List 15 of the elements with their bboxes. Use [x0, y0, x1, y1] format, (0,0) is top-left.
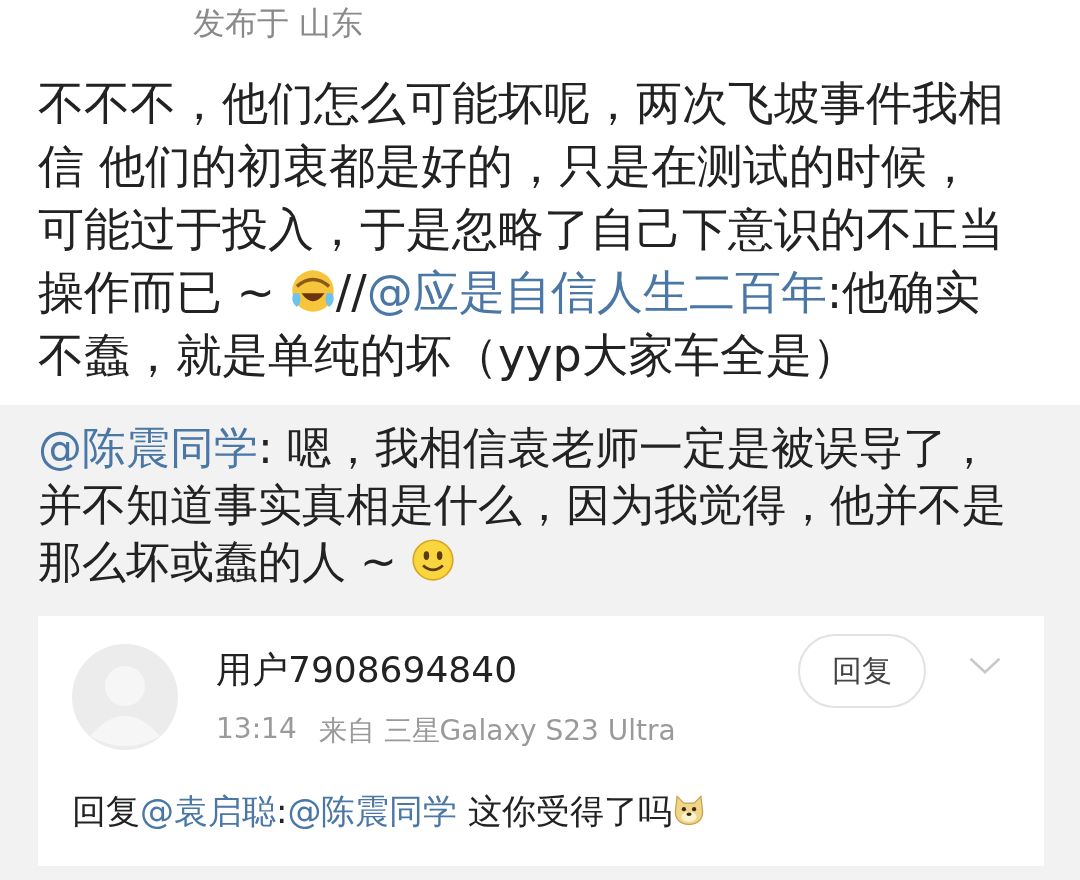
- post-text: 不不不，他们怎么可能坏呢，两次飞坡事件我相信 他们的初衷都是好的，只是在测试的时候，可能过于投入，于是忽略了自己下意识的不正当操作而已 ~ //@应是自信人生二百年:他确实不蠢，就是单纯的坏（yyp大家车全是）: [38, 75, 1005, 384]
- smiley-emoji-icon: [410, 538, 455, 583]
- laughing-crying-emoji-icon: [289, 267, 336, 314]
- comment-time: 13:14: [216, 712, 297, 747]
- quoted-comment-text: @陈震同学: 嗯，我相信袁老师一定是被误导了，并不知道事实真相是什么，因为我觉得，他并不是那么坏或蠢的人 ~: [38, 421, 1007, 589]
- mention-link[interactable]: @袁启聪: [140, 791, 276, 831]
- reply-text: 回复@袁启聪:@陈震同学 这你受得了吗: [72, 786, 1010, 836]
- reply-button[interactable]: 回复: [798, 634, 926, 708]
- device-source: 来自 三星Galaxy S23 Ultra: [318, 713, 676, 749]
- location-label: 发布于 山东: [192, 3, 365, 44]
- chevron-down-icon[interactable]: [968, 656, 1002, 675]
- mention-link[interactable]: @应是自信人生二百年: [366, 265, 827, 319]
- mention-link[interactable]: @陈震同学: [38, 422, 258, 473]
- mention-link[interactable]: @陈震同学: [287, 791, 458, 831]
- username[interactable]: 用户7908694840: [216, 644, 798, 696]
